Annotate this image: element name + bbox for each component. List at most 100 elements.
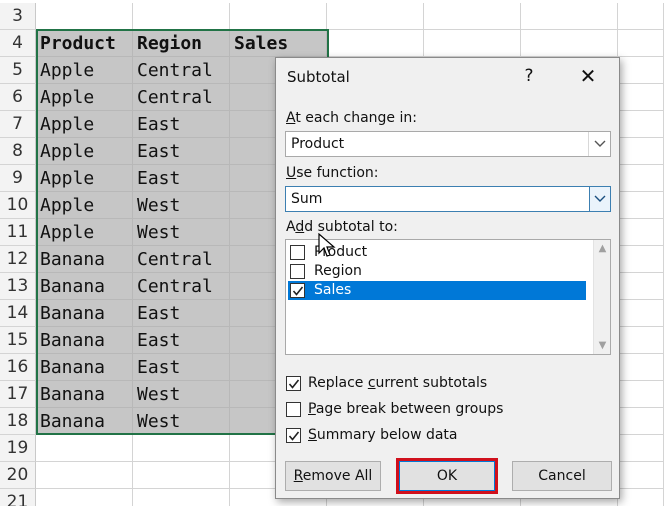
cell[interactable] [424,30,521,57]
cell[interactable] [36,462,133,489]
cell[interactable]: Banana [36,300,133,327]
cell[interactable]: Banana [36,246,133,273]
cell[interactable]: East [133,138,230,165]
cell[interactable] [618,246,664,273]
row-number[interactable]: 20 [0,462,36,489]
help-button[interactable]: ? [519,64,539,88]
row-number[interactable]: 5 [0,57,36,84]
cell[interactable]: Apple [36,165,133,192]
cell[interactable]: West [133,381,230,408]
listbox-scrollbar[interactable]: ▲ ▼ [593,240,610,354]
add-subtotal-listbox[interactable]: Product Region Sales ▲ ▼ [285,239,611,355]
row-number[interactable]: 21 [0,489,36,506]
cell[interactable]: East [133,327,230,354]
cell[interactable]: West [133,219,230,246]
cell[interactable] [618,462,664,489]
cell[interactable]: Apple [36,57,133,84]
cell[interactable] [618,3,664,30]
cell[interactable]: Product [36,30,133,57]
cell[interactable]: Sales [230,30,327,57]
cell[interactable] [618,381,664,408]
cell[interactable] [618,435,664,462]
cell[interactable]: Banana [36,327,133,354]
cell[interactable] [133,3,230,30]
cell[interactable] [327,30,424,57]
cell[interactable]: Apple [36,111,133,138]
cell[interactable] [618,192,664,219]
cell[interactable] [618,84,664,111]
cell[interactable] [36,3,133,30]
scroll-down-icon[interactable]: ▼ [594,337,610,354]
row-number[interactable]: 10 [0,192,36,219]
cell[interactable] [618,57,664,84]
checkbox[interactable] [290,283,305,298]
cell[interactable]: West [133,192,230,219]
row-number[interactable]: 12 [0,246,36,273]
cell[interactable]: Central [133,84,230,111]
chevron-down-icon[interactable] [588,132,610,156]
cell[interactable] [230,3,327,30]
cell[interactable] [521,30,618,57]
cell[interactable] [618,111,664,138]
cell[interactable] [618,489,664,506]
cell[interactable]: Apple [36,219,133,246]
checkbox[interactable] [286,402,301,417]
row-number[interactable]: 6 [0,84,36,111]
cell[interactable]: West [133,408,230,435]
cell[interactable] [618,327,664,354]
chevron-down-icon[interactable] [589,186,611,212]
cell[interactable]: Central [133,57,230,84]
ok-button[interactable]: OK [399,461,495,491]
cell[interactable]: Banana [36,408,133,435]
change-dropdown[interactable]: Product [285,131,611,157]
cell[interactable] [133,462,230,489]
close-icon[interactable]: ✕ [576,64,600,88]
row-number[interactable]: 3 [0,3,36,30]
cell[interactable]: East [133,300,230,327]
row-number[interactable]: 14 [0,300,36,327]
cell[interactable] [521,3,618,30]
function-dropdown[interactable]: Sum [285,186,611,212]
checkbox[interactable] [290,245,305,260]
row-number[interactable]: 18 [0,408,36,435]
row-number[interactable]: 4 [0,30,36,57]
row-number[interactable]: 16 [0,354,36,381]
row-number[interactable]: 11 [0,219,36,246]
row-number[interactable]: 9 [0,165,36,192]
cell[interactable]: Banana [36,381,133,408]
cell[interactable] [36,435,133,462]
cell[interactable] [618,354,664,381]
cell[interactable]: Banana [36,273,133,300]
cell[interactable]: Central [133,273,230,300]
cell[interactable]: East [133,165,230,192]
cell[interactable] [618,273,664,300]
cell[interactable]: East [133,111,230,138]
row-number[interactable]: 17 [0,381,36,408]
cell[interactable]: Apple [36,138,133,165]
cell[interactable]: Banana [36,354,133,381]
cell[interactable]: Apple [36,84,133,111]
list-item-product[interactable]: Product [288,243,586,262]
cell[interactable] [133,489,230,506]
row-number[interactable]: 8 [0,138,36,165]
cell[interactable] [618,165,664,192]
cancel-button[interactable]: Cancel [512,461,612,491]
cell[interactable] [618,138,664,165]
cell[interactable]: Central [133,246,230,273]
cell[interactable] [424,3,521,30]
row-number[interactable]: 19 [0,435,36,462]
cell[interactable]: Apple [36,192,133,219]
cell[interactable] [327,3,424,30]
list-item-region[interactable]: Region [288,262,586,281]
checkbox[interactable] [290,264,305,279]
cell[interactable] [133,435,230,462]
row-number[interactable]: 7 [0,111,36,138]
cell[interactable] [618,219,664,246]
cell[interactable] [618,30,664,57]
cell[interactable]: East [133,354,230,381]
row-number[interactable]: 15 [0,327,36,354]
cell[interactable] [36,489,133,506]
checkbox[interactable] [286,376,301,391]
cell[interactable] [618,408,664,435]
row-number[interactable]: 13 [0,273,36,300]
